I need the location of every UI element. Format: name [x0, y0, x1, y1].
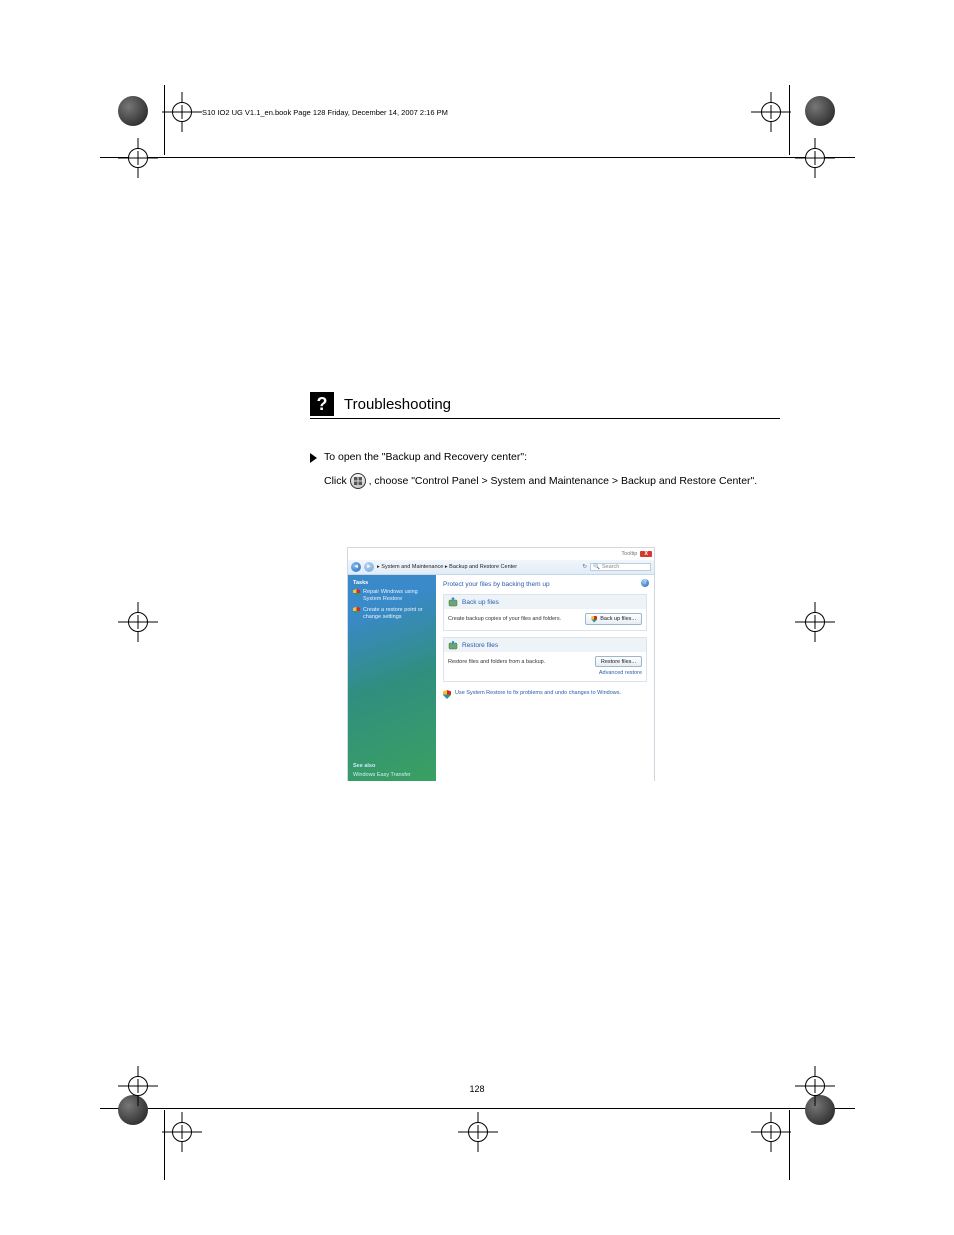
address-bar: ◄ ► ▸ System and Maintenance ▸ Backup an…	[348, 560, 654, 575]
close-button[interactable]: X	[640, 551, 652, 557]
instruction-lead: To open the "Backup and Recovery center"…	[324, 449, 527, 467]
backup-header-label: Back up files	[462, 599, 499, 606]
page-number: 128	[0, 1084, 954, 1094]
reg-cross-tl2	[118, 138, 158, 178]
shield-icon	[353, 607, 360, 615]
main-heading: Protect your files by backing them up	[443, 581, 647, 588]
reg-cross-ml	[118, 602, 158, 642]
window-titlebar: Tooltip X	[348, 548, 654, 560]
reg-cross-mr	[795, 602, 835, 642]
restore-panel-body: Restore files and folders from a backup.…	[444, 652, 646, 681]
restore-files-button[interactable]: Restore files...	[595, 656, 642, 667]
restore-files-icon	[448, 640, 458, 650]
windows-easy-transfer-link[interactable]: Windows Easy Transfer	[353, 772, 431, 778]
reg-sphere-tl	[118, 96, 148, 126]
main-pane: ? Protect your files by backing them up …	[436, 575, 654, 781]
help-icon[interactable]: ?	[641, 579, 649, 587]
restore-panel-header: Restore files	[444, 638, 646, 652]
search-input[interactable]: 🔍Search	[590, 563, 651, 571]
reg-cross-bl2	[162, 1112, 202, 1152]
task-label: Repair Windows using System Restore	[363, 589, 431, 603]
shield-icon	[353, 589, 360, 597]
section-heading-row: ? Troubleshooting	[310, 392, 780, 419]
instruction-after: , choose "Control Panel > System and Mai…	[369, 475, 758, 487]
shield-icon	[443, 690, 451, 699]
instruction-body: Click , choose "Control Panel > System a…	[310, 473, 780, 491]
reg-sphere-tr	[805, 96, 835, 126]
task-create-restore-point[interactable]: Create a restore point or change setting…	[353, 607, 431, 621]
nav-back-button[interactable]: ◄	[351, 562, 361, 572]
question-icon: ?	[310, 392, 334, 416]
footer-meta: S10 IO2 UG V1.1_en.book Page 128 Friday,…	[202, 108, 448, 117]
backup-panel-header: Back up files	[444, 595, 646, 609]
triangle-bullet-icon	[310, 453, 317, 463]
nav-fwd-button[interactable]: ►	[364, 562, 374, 572]
backup-panel-body: Create backup copies of your files and f…	[444, 609, 646, 630]
reg-cross-tr2	[795, 138, 835, 178]
start-orb-icon	[350, 473, 366, 489]
crop-rule-bottom	[100, 1108, 855, 1109]
system-restore-link[interactable]: Use System Restore to fix problems and u…	[455, 690, 621, 696]
system-restore-row: Use System Restore to fix problems and u…	[443, 690, 647, 699]
refresh-button[interactable]: ↻	[582, 564, 587, 570]
titlebar-tooltip: Tooltip	[621, 551, 637, 557]
crop-rule-top	[100, 157, 855, 158]
instruction-before: Click	[324, 475, 350, 487]
section-title: Troubleshooting	[344, 396, 780, 413]
restore-panel: Restore files Restore files and folders …	[443, 637, 647, 682]
restore-header-label: Restore files	[462, 642, 498, 649]
task-label: Create a restore point or change setting…	[363, 607, 431, 621]
tasks-sidebar: Tasks Repair Windows using System Restor…	[348, 575, 436, 781]
window-body: Tasks Repair Windows using System Restor…	[348, 575, 654, 781]
advanced-restore-link[interactable]: Advanced restore	[599, 670, 642, 676]
reg-cross-br1	[751, 1112, 791, 1152]
breadcrumb[interactable]: ▸ System and Maintenance ▸ Backup and Re…	[377, 564, 579, 570]
tasks-heading: Tasks	[353, 580, 431, 586]
advanced-restore-row: Advanced restore	[448, 667, 642, 676]
backup-panel: Back up files Create backup copies of yo…	[443, 594, 647, 631]
reg-cross-tl1	[162, 92, 202, 132]
shield-icon	[591, 616, 597, 623]
instruction: To open the "Backup and Recovery center"…	[310, 449, 780, 491]
backup-desc: Create backup copies of your files and f…	[448, 616, 585, 622]
content-block: ? Troubleshooting To open the "Backup an…	[310, 392, 780, 491]
reg-cross-bc	[458, 1112, 498, 1152]
backup-button-label: Back up files...	[600, 616, 636, 622]
restore-desc: Restore files and folders from a backup.	[448, 659, 595, 665]
backup-restore-window: Tooltip X ◄ ► ▸ System and Maintenance ▸…	[348, 548, 654, 780]
instruction-lead-row: To open the "Backup and Recovery center"…	[310, 449, 780, 467]
page: ? Troubleshooting To open the "Backup an…	[0, 0, 954, 1235]
backup-files-button[interactable]: Back up files...	[585, 613, 642, 625]
backup-files-icon	[448, 597, 458, 607]
search-placeholder: Search	[602, 564, 619, 570]
task-repair-windows[interactable]: Repair Windows using System Restore	[353, 589, 431, 603]
reg-cross-tr1	[751, 92, 791, 132]
restore-button-label: Restore files...	[601, 659, 636, 665]
see-also-heading: See also	[353, 763, 431, 769]
